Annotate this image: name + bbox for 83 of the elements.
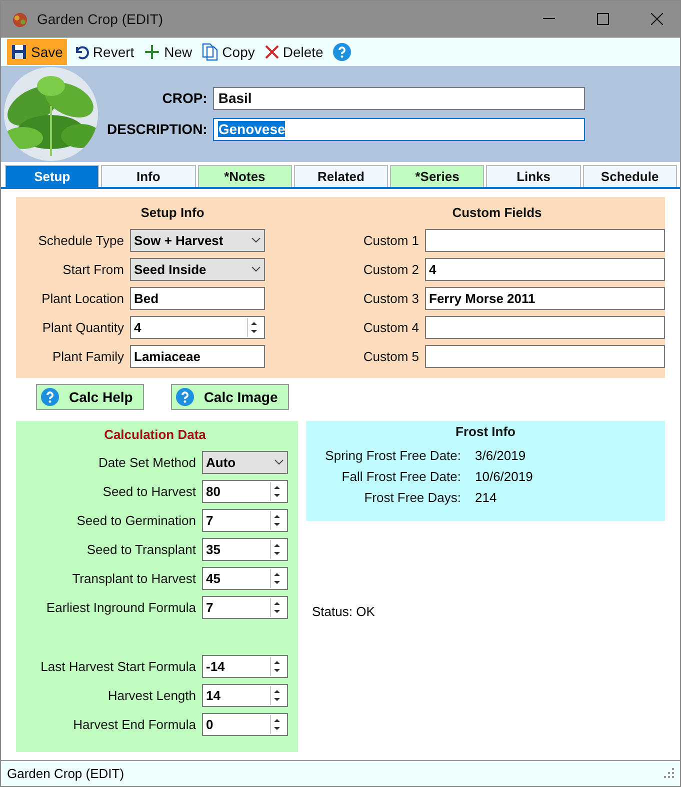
- chevron-down-icon: [251, 266, 261, 272]
- toolbar-button[interactable]: Save: [7, 38, 67, 65]
- field-label: Spring Frost Free Date:: [324, 448, 461, 463]
- minimize-icon: [543, 18, 555, 20]
- field-label: DESCRIPTION:: [107, 121, 208, 138]
- chevron-down-icon: [251, 237, 261, 244]
- field-value: 3/6/2019: [475, 448, 527, 463]
- field-label: Custom 5: [362, 348, 419, 364]
- status-bar-text: Garden Crop (EDIT): [7, 766, 124, 781]
- number-field[interactable]: 4: [130, 316, 265, 339]
- number-field[interactable]: 7: [202, 596, 288, 619]
- field-label: Seed to Transplant: [86, 542, 196, 557]
- field-label: Fall Frost Free Date:: [340, 468, 461, 484]
- input-field[interactable]: [425, 316, 665, 339]
- number-field[interactable]: 14: [202, 684, 288, 707]
- field-label: CROP:: [161, 90, 208, 106]
- section-title: Custom Fields: [451, 204, 543, 220]
- tab[interactable]: Info: [101, 164, 196, 187]
- plus-icon: [144, 44, 160, 60]
- toolbar-button[interactable]: Copy: [198, 38, 259, 65]
- number-field[interactable]: 35: [202, 538, 288, 561]
- section-title: Frost Info: [454, 424, 516, 439]
- input-field[interactable]: Bed: [130, 286, 265, 310]
- number-field[interactable]: 0: [202, 712, 288, 736]
- field-label: Seed to Germination: [76, 512, 196, 528]
- input-field[interactable]: Genovese: [213, 118, 586, 141]
- tab[interactable]: Setup: [5, 164, 100, 187]
- dropdown[interactable]: Sow + Harvest: [130, 228, 265, 252]
- input-field[interactable]: [425, 344, 665, 368]
- field-label: Plant Location: [40, 290, 124, 306]
- dropdown[interactable]: Seed Inside: [130, 258, 265, 281]
- field-label: Custom 3: [362, 290, 419, 306]
- field-label: Transplant to Harvest: [71, 570, 196, 586]
- close-icon: [264, 44, 279, 59]
- field-label: Earliest Inground Formula: [45, 600, 196, 615]
- tab[interactable]: *Series: [390, 164, 484, 187]
- calc-button[interactable]: Calc Image: [170, 384, 289, 410]
- field-label: Harvest End Formula: [72, 716, 196, 732]
- field-value: 214: [475, 490, 498, 505]
- number-field[interactable]: 80: [202, 480, 288, 503]
- input-field[interactable]: Basil: [213, 86, 586, 110]
- resize-grip-icon: [664, 768, 674, 778]
- maximize-icon: [597, 13, 609, 25]
- chevron-down-icon: [274, 459, 284, 466]
- toolbar-button[interactable]: Revert: [68, 38, 138, 65]
- copy-icon: [202, 42, 218, 61]
- field-label: Date Set Method: [97, 454, 196, 470]
- number-field[interactable]: -14: [202, 654, 288, 678]
- input-field[interactable]: [425, 228, 665, 252]
- field-label: Last Harvest Start Formula: [40, 658, 196, 674]
- tab[interactable]: *Notes: [198, 164, 292, 187]
- calc-button[interactable]: Calc Help: [36, 384, 144, 410]
- close-icon: [651, 13, 663, 25]
- input-field[interactable]: Ferry Morse 2011: [425, 286, 665, 310]
- section-title: Setup Info: [140, 204, 206, 220]
- field-label: Start From: [62, 262, 124, 277]
- number-field[interactable]: 45: [202, 566, 288, 590]
- field-label: Plant Quantity: [41, 320, 124, 335]
- dropdown[interactable]: Auto: [202, 450, 288, 474]
- tab[interactable]: Schedule: [582, 164, 677, 187]
- number-field[interactable]: 7: [202, 508, 288, 532]
- input-field[interactable]: 4: [425, 258, 665, 281]
- tab[interactable]: Related: [294, 164, 388, 187]
- field-label: Harvest Length: [106, 688, 196, 703]
- field-label: Schedule Type: [37, 232, 124, 248]
- input-field[interactable]: Lamiaceae: [130, 344, 265, 368]
- field-label: Custom 1: [362, 232, 419, 248]
- section-title: Calculation Data: [103, 426, 207, 442]
- field-label: Custom 2: [362, 262, 419, 277]
- status-text: Status: OK: [312, 604, 376, 619]
- toolbar-button[interactable]: New: [140, 38, 196, 65]
- field-label: Frost Free Days:: [363, 490, 461, 505]
- tab[interactable]: Links: [486, 164, 581, 187]
- tomato-icon: [11, 10, 29, 28]
- toolbar-button[interactable]: Delete: [260, 38, 328, 65]
- window-title: Garden Crop (EDIT): [37, 11, 164, 27]
- help-icon: [333, 42, 352, 61]
- field-label: Custom 4: [362, 320, 419, 335]
- field-label: Seed to Harvest: [102, 484, 196, 499]
- help-icon: [41, 388, 59, 406]
- field-label: Plant Family: [51, 348, 124, 364]
- help-icon: [176, 388, 194, 406]
- field-value: 10/6/2019: [475, 468, 534, 484]
